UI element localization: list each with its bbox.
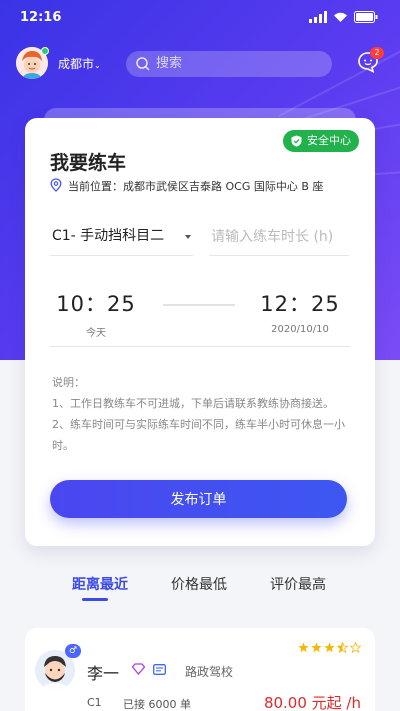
- safety-center-button[interactable]: 安全中心: [283, 130, 359, 152]
- top-bar: 成都市⌄ 搜索 2: [0, 44, 400, 84]
- status-time: 12:16: [20, 10, 62, 25]
- status-bar: 12:16: [0, 0, 400, 36]
- coach-name: 李一: [87, 664, 120, 683]
- card-title: 我要练车: [50, 152, 127, 174]
- sort-tabs: 距离最近 价格最低 评价最高: [0, 574, 400, 610]
- end-date: 2020/10/10: [271, 324, 329, 335]
- wifi-icon: [334, 12, 347, 22]
- notes-title: 说明：: [52, 376, 85, 389]
- city-label: 成都市: [58, 57, 95, 71]
- note-item: 2、练车时间可与实际练车时间不同，练车半小时可休息一小时。: [52, 418, 345, 452]
- subject-select[interactable]: C1- 手动挡科目二: [50, 218, 193, 256]
- orders-count: 已接 6000 单: [123, 698, 191, 711]
- message-count-badge: 2: [370, 47, 384, 59]
- safety-center-label: 安全中心: [307, 134, 351, 147]
- coach-price: 80.00 元起 /h: [263, 694, 361, 711]
- end-time: 12：25: [260, 292, 340, 316]
- start-time: 10：25: [56, 292, 136, 316]
- end-time-picker[interactable]: 12：25 2020/10/10: [245, 288, 355, 335]
- tab-nearest[interactable]: 距离最近: [72, 574, 128, 594]
- tab-lowest-price[interactable]: 价格最低: [171, 574, 227, 594]
- male-icon: ♂: [65, 644, 81, 658]
- driving-school: 路政驾校: [185, 665, 234, 679]
- shield-icon: [291, 135, 302, 147]
- star-full-icon: [311, 642, 322, 653]
- notes: 说明： 1、工作日教练车不可进城，下单后请联系教练协商接送。 2、练车时间可与实…: [52, 372, 356, 456]
- signal-icon: [309, 11, 327, 23]
- active-tab-indicator: [82, 598, 108, 601]
- start-date: 今天: [86, 328, 106, 339]
- search-icon: [136, 57, 150, 71]
- star-half-icon: [337, 642, 348, 653]
- search-input[interactable]: 搜索: [126, 51, 332, 77]
- current-location[interactable]: 当前位置：成都市武侯区吉泰路 OCG 国际中心 B 座: [50, 178, 323, 194]
- section-divider: [50, 346, 350, 347]
- star-full-icon: [298, 642, 309, 653]
- license-type: C1: [87, 696, 102, 709]
- practice-duration-input[interactable]: [209, 218, 349, 256]
- practice-order-card: 安全中心 我要练车 当前位置：成都市武侯区吉泰路 OCG 国际中心 B 座 C1…: [25, 118, 375, 546]
- location-pin-icon: [50, 178, 62, 192]
- rating-stars: [298, 642, 361, 653]
- caret-down-icon: [185, 235, 191, 239]
- start-time-picker[interactable]: 10：25 今天: [41, 288, 151, 339]
- time-range-divider: [163, 304, 235, 306]
- id-card-icon: [153, 664, 166, 675]
- tab-top-rated[interactable]: 评价最高: [270, 574, 326, 594]
- chevron-down-icon: ⌄: [94, 61, 101, 70]
- publish-order-button[interactable]: 发布订单: [50, 480, 347, 518]
- battery-icon: [354, 11, 378, 23]
- city-selector[interactable]: 成都市⌄: [58, 55, 101, 72]
- verified-badge-icon: [41, 47, 49, 55]
- diamond-icon: [132, 663, 145, 675]
- star-empty-icon: [350, 642, 361, 653]
- star-full-icon: [324, 642, 335, 653]
- search-placeholder: 搜索: [156, 56, 183, 71]
- subject-value: C1- 手动挡科目二: [52, 228, 165, 244]
- note-item: 1、工作日教练车不可进城，下单后请联系教练协商接送。: [52, 397, 334, 410]
- coach-card[interactable]: ♂ 李一 路政驾校 C1 已接 6000 单 80.00 元起 /h: [25, 628, 375, 711]
- location-text: 当前位置：成都市武侯区吉泰路 OCG 国际中心 B 座: [68, 180, 324, 193]
